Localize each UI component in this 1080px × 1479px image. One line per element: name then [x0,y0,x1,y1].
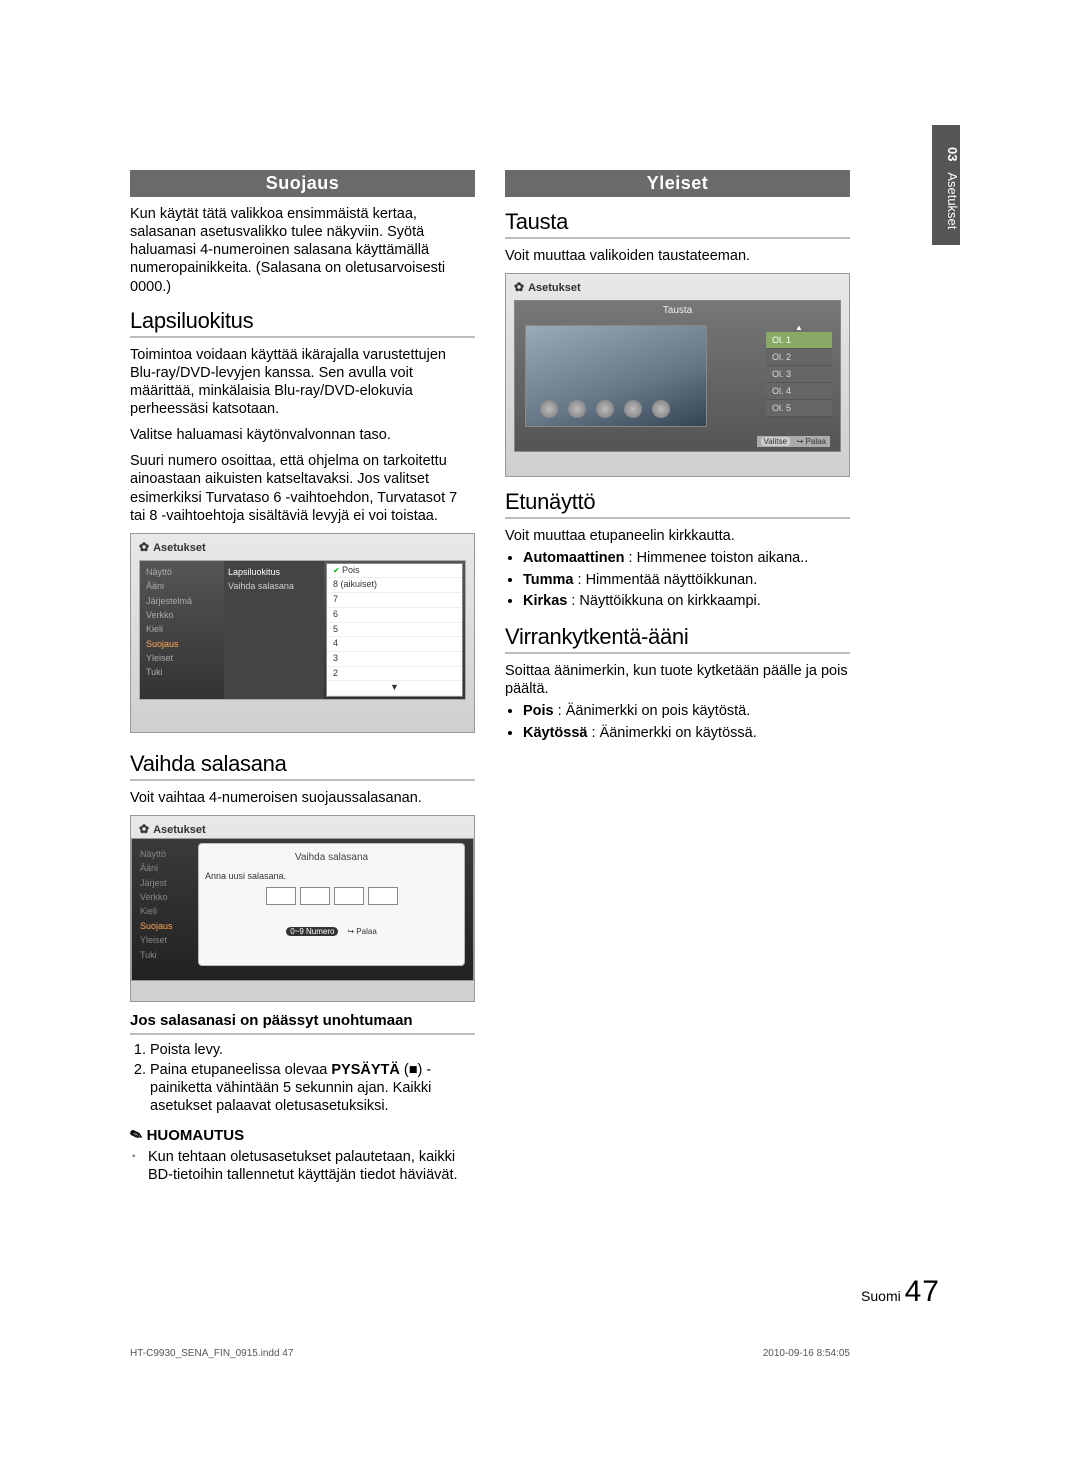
shot3-option-list: ▲ Ol. 1 Ol. 2 Ol. 3 Ol. 4 Ol. 5 [766,323,832,417]
rule [130,779,475,781]
page-footer: Suomi 47 [861,1275,940,1309]
etun-item-auto: Automaattinen : Himmenee toiston aikana.… [523,549,850,569]
etunaytto-p: Voit muuttaa etupaneelin kirkkautta. [505,527,850,545]
screenshot-tausta: ✿Asetukset Tausta ▲ Ol. 1 Ol. 2 Ol. 3 Ol… [505,273,850,477]
shot1-mid: Lapsiluokitus Vaihda salasana [224,561,324,699]
shot2-panel-title: Vaihda salasana [205,850,458,871]
rule [505,517,850,519]
rule [505,652,850,654]
shot2-buttons: 0~9 Numero ↪ Palaa [205,927,458,936]
etun-item-tumma: Tumma : Himmentää näyttöikkunan. [523,571,850,591]
note-heading: ✎HUOMAUTUS [130,1126,475,1144]
lapsiluokitus-p3: Suuri numero osoittaa, että ohjelma on t… [130,452,475,525]
section-bar-suojaus: Suojaus [130,170,475,197]
lapsiluokitus-p2: Valitse haluamasi käytönvalvonnan taso. [130,426,475,444]
left-column: Suojaus Kun käytät tätä valikkoa ensimmä… [130,170,475,1184]
shot2-nav: Näyttö Ääni Järjest Verkko Kieli Suojaus… [140,843,198,966]
etunaytto-list: Automaattinen : Himmenee toiston aikana.… [505,549,850,612]
shot3-home-icons [540,400,670,418]
screenshot-lapsiluokitus: ✿Asetukset Näyttö Ääni Järjestelmä Verkk… [130,533,475,733]
print-footer-left: HT-C9930_SENA_FIN_0915.indd 47 [130,1348,293,1359]
shot2-title: ✿Asetukset [131,816,474,838]
lapsiluokitus-p1: Toimintoa voidaan käyttää ikärajalla var… [130,346,475,419]
rule [505,237,850,239]
section-bar-yleiset: Yleiset [505,170,850,197]
shot3-hint: Valitse ↪ Palaa [757,436,830,447]
shot3-panel-title: Tausta [515,301,840,320]
chapter-label: Asetukset [945,172,960,229]
footer-page-number: 47 [905,1275,940,1308]
heading-unohtunut: Jos salasanasi on päässyt unohtumaan [130,1012,475,1029]
shot2-panel: Vaihda salasana Anna uusi salasana. 0~9 … [198,843,465,966]
screenshot-vaihda-salasana: ✿Asetukset Näyttö Ääni Järjest Verkko Ki… [130,815,475,1002]
gear-icon: ✿ [139,822,149,836]
etun-item-kirkas: Kirkas : Näyttöikkuna on kirkkaampi. [523,592,850,612]
vaihda-p1: Voit vaihtaa 4-numeroisen suojaussalasan… [130,789,475,807]
shot2-pin-boxes [205,887,458,905]
chapter-tab: 03 Asetukset [932,125,960,245]
right-column: Yleiset Tausta Voit muuttaa valikoiden t… [505,170,850,1184]
gear-icon: ✿ [139,540,149,554]
rule [130,1033,475,1035]
shot1-title: ✿Asetukset [131,534,474,556]
page-content: Suojaus Kun käytät tätä valikkoa ensimmä… [130,170,850,1184]
note-body: Kun tehtaan oletusasetukset palautetaan,… [130,1148,475,1184]
tausta-p: Voit muuttaa valikoiden taustateeman. [505,247,850,265]
forgot-password-steps: Poista levy. Paina etupaneelissa olevaa … [130,1041,475,1116]
print-footer-right: 2010-09-16 8:54:05 [763,1348,850,1359]
heading-tausta: Tausta [505,209,850,235]
suojaus-intro: Kun käytät tätä valikkoa ensimmäistä ker… [130,205,475,296]
note-icon: ✎ [127,1124,145,1145]
virta-item-kaytossa: Käytössä : Äänimerkki on käytössä. [523,724,850,744]
virta-list: Pois : Äänimerkki on pois käytöstä. Käyt… [505,702,850,743]
shot1-dropdown: Pois 8 (aikuiset) 7 6 5 4 3 2 ▼ [326,563,463,697]
shot2-sub: Anna uusi salasana. [205,871,458,881]
gear-icon: ✿ [514,280,524,294]
rule [130,336,475,338]
footer-lang: Suomi [861,1288,901,1304]
heading-etunaytto: Etunäyttö [505,489,850,515]
shot3-preview [525,325,707,427]
virta-p: Soittaa äänimerkin, kun tuote kytketään … [505,662,850,698]
shot3-title: ✿Asetukset [506,274,849,296]
virta-item-pois: Pois : Äänimerkki on pois käytöstä. [523,702,850,722]
print-footer: HT-C9930_SENA_FIN_0915.indd 47 2010-09-1… [130,1348,850,1359]
heading-virrankytkenta: Virrankytkentä-ääni [505,624,850,650]
chapter-number: 03 [945,147,960,161]
step-2: Paina etupaneelissa olevaa PYSÄYTÄ (■) -… [150,1061,475,1115]
shot1-nav: Näyttö Ääni Järjestelmä Verkko Kieli Suo… [140,561,224,699]
heading-vaihda-salasana: Vaihda salasana [130,751,475,777]
step-1: Poista levy. [150,1041,475,1059]
heading-lapsiluokitus: Lapsiluokitus [130,308,475,334]
